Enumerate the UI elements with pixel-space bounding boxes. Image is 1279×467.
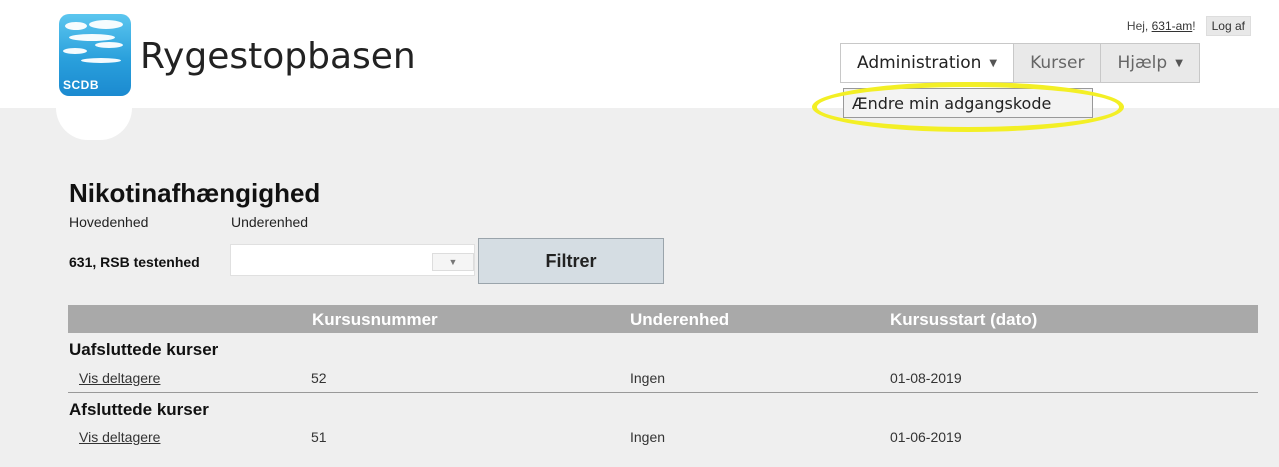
- page: SCDB Rygestopbasen Hej, 631-am! Log af A…: [0, 0, 1279, 467]
- filter-button[interactable]: Filtrer: [478, 238, 664, 284]
- table-row: Vis deltagere 51 Ingen 01-06-2019: [68, 425, 1258, 449]
- nav-administration[interactable]: Administration ▼: [841, 44, 1015, 82]
- user-bar: Hej, 631-am! Log af: [1127, 16, 1251, 36]
- start-date-cell: 01-08-2019: [890, 370, 962, 386]
- username-link[interactable]: 631-am: [1152, 19, 1193, 33]
- nav-kurser[interactable]: Kurser: [1014, 44, 1102, 82]
- greeting-suffix: !: [1192, 19, 1196, 33]
- main-unit-value: 631, RSB testenhed: [69, 254, 200, 270]
- logout-button[interactable]: Log af: [1205, 16, 1251, 36]
- nav-label: Kurser: [1030, 53, 1085, 73]
- nav-label: Hjælp: [1117, 53, 1168, 73]
- group-title-closed-courses: Afsluttede kurser: [69, 400, 209, 419]
- chevron-down-icon: ▼: [1175, 57, 1183, 69]
- cloud-shape: [63, 48, 87, 54]
- logo-text: SCDB: [63, 78, 100, 92]
- page-title: Nikotinafhængighed: [69, 178, 321, 208]
- chevron-down-icon: ▼: [989, 57, 998, 69]
- row-divider: [68, 392, 1258, 393]
- nav-hjaelp[interactable]: Hjælp ▼: [1101, 44, 1198, 82]
- group-title-open-courses: Uafsluttede kurser: [69, 340, 219, 359]
- cloud-shape: [95, 42, 123, 48]
- view-participants-link[interactable]: Vis deltagere: [79, 370, 160, 386]
- scdb-logo[interactable]: SCDB: [59, 14, 131, 96]
- greeting-text: Hej, 631-am!: [1127, 19, 1196, 33]
- view-participants-link[interactable]: Vis deltagere: [79, 429, 160, 445]
- sub-unit-select[interactable]: ▼: [230, 244, 475, 276]
- column-header-start-date: Kursusstart (dato): [890, 310, 1038, 329]
- sub-unit-cell: Ingen: [630, 429, 666, 445]
- start-date-cell: 01-06-2019: [890, 429, 962, 445]
- chevron-down-icon[interactable]: ▼: [432, 253, 474, 271]
- column-header-sub-unit: Underenhed: [630, 310, 730, 329]
- course-number-cell: 51: [311, 429, 327, 445]
- site-title: Rygestopbasen: [140, 36, 416, 77]
- cloud-shape: [81, 58, 121, 63]
- nav-label: Administration: [857, 53, 982, 73]
- cloud-shape: [69, 34, 115, 41]
- table-row: Vis deltagere 52 Ingen 01-08-2019: [68, 366, 1258, 390]
- main-unit-label: Hovedenhed: [69, 214, 149, 230]
- sub-unit-label: Underenhed: [231, 214, 309, 230]
- column-header-course-number: Kursusnummer: [312, 310, 438, 329]
- course-number-cell: 52: [311, 370, 327, 386]
- cloud-shape: [89, 20, 123, 29]
- cloud-shape: [65, 22, 87, 30]
- greeting-prefix: Hej,: [1126, 19, 1149, 33]
- menu-item-change-password[interactable]: Ændre min adgangskode: [843, 88, 1093, 118]
- table-header: Kursusnummer Underenhed Kursusstart (dat…: [68, 305, 1258, 333]
- top-navigation: Administration ▼ Kurser Hjælp ▼: [840, 43, 1200, 83]
- sub-unit-cell: Ingen: [630, 370, 666, 386]
